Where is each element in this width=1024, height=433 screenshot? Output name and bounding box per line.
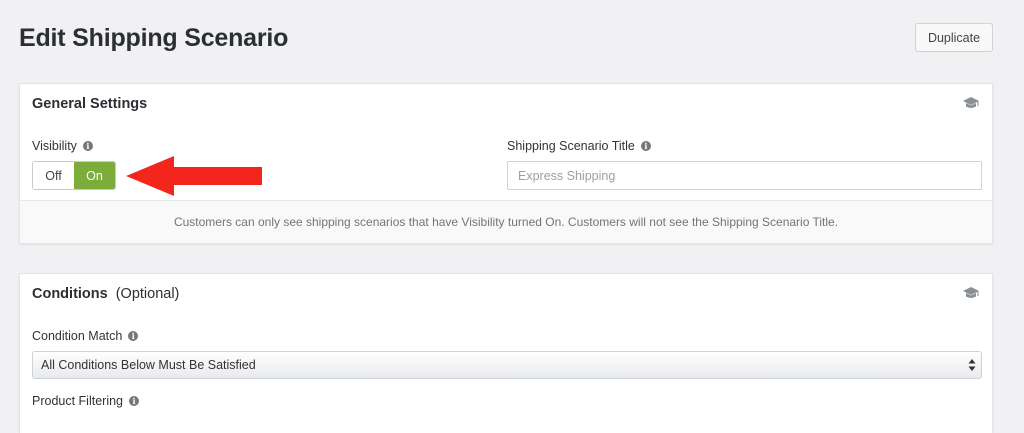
visibility-off-button[interactable]: Off: [33, 162, 74, 189]
visibility-on-button[interactable]: On: [74, 162, 115, 189]
condition-match-label-text: Condition Match: [32, 329, 123, 343]
visibility-toggle[interactable]: Off On: [32, 161, 116, 190]
product-filtering-label: Product Filtering i: [32, 394, 140, 408]
graduation-cap-icon[interactable]: [962, 286, 980, 300]
conditions-title: Conditions (Optional): [32, 286, 179, 302]
page-title: Edit Shipping Scenario: [19, 24, 289, 52]
general-settings-card: General Settings Visibility i Off On Shi…: [19, 83, 993, 244]
scenario-title-input[interactable]: [507, 161, 982, 190]
graduation-cap-icon[interactable]: [962, 96, 980, 110]
info-icon[interactable]: i: [129, 396, 140, 406]
general-settings-title: General Settings: [32, 96, 148, 112]
scenario-title-label-text: Shipping Scenario Title: [507, 139, 635, 153]
product-filtering-label-text: Product Filtering: [32, 394, 124, 408]
visibility-label: Visibility i: [32, 139, 93, 153]
conditions-title-text: Conditions: [32, 286, 108, 302]
info-icon[interactable]: i: [128, 331, 139, 341]
select-arrows-icon: [968, 359, 976, 371]
info-icon[interactable]: i: [82, 141, 93, 151]
visibility-label-text: Visibility: [32, 139, 77, 153]
conditions-card: Conditions (Optional) Condition Match i A…: [19, 273, 993, 433]
duplicate-button[interactable]: Duplicate: [915, 23, 993, 52]
condition-match-value: All Conditions Below Must Be Satisfied: [41, 358, 256, 372]
condition-match-label: Condition Match i: [32, 329, 139, 343]
condition-match-select[interactable]: All Conditions Below Must Be Satisfied: [32, 351, 982, 379]
scenario-title-label: Shipping Scenario Title i: [507, 139, 651, 153]
visibility-note: Customers can only see shipping scenario…: [20, 200, 992, 243]
info-icon[interactable]: i: [640, 141, 651, 151]
red-arrow-icon: [126, 156, 262, 196]
conditions-optional-label: (Optional): [115, 286, 180, 302]
